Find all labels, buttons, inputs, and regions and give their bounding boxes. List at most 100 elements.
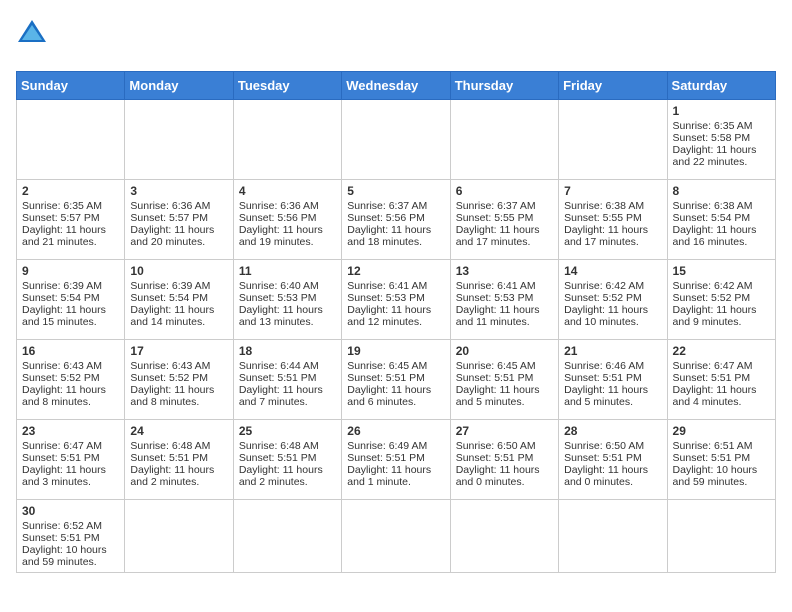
cell-content-line: Sunrise: 6:46 AM: [564, 360, 661, 372]
calendar-cell: [450, 100, 558, 180]
weekday-header-sunday: Sunday: [17, 72, 125, 100]
calendar-week-row: 23Sunrise: 6:47 AMSunset: 5:51 PMDayligh…: [17, 420, 776, 500]
cell-content-line: Sunrise: 6:43 AM: [22, 360, 119, 372]
day-number: 8: [673, 184, 770, 198]
day-number: 28: [564, 424, 661, 438]
cell-content-line: Sunrise: 6:42 AM: [564, 280, 661, 292]
cell-content-line: Daylight: 11 hours and 8 minutes.: [130, 384, 227, 408]
day-number: 12: [347, 264, 444, 278]
day-number: 18: [239, 344, 336, 358]
calendar-cell: 1Sunrise: 6:35 AMSunset: 5:58 PMDaylight…: [667, 100, 775, 180]
day-number: 14: [564, 264, 661, 278]
day-number: 7: [564, 184, 661, 198]
cell-content-line: Sunrise: 6:45 AM: [347, 360, 444, 372]
cell-content-line: Sunset: 5:51 PM: [239, 452, 336, 464]
logo-text-spacer: General: [16, 38, 90, 61]
calendar-cell: 25Sunrise: 6:48 AMSunset: 5:51 PMDayligh…: [233, 420, 341, 500]
calendar-cell: 10Sunrise: 6:39 AMSunset: 5:54 PMDayligh…: [125, 260, 233, 340]
calendar-cell: 30Sunrise: 6:52 AMSunset: 5:51 PMDayligh…: [17, 500, 125, 573]
day-number: 6: [456, 184, 553, 198]
calendar-cell: [233, 100, 341, 180]
cell-content-line: Sunrise: 6:50 AM: [456, 440, 553, 452]
cell-content-line: Sunset: 5:57 PM: [22, 212, 119, 224]
weekday-header-tuesday: Tuesday: [233, 72, 341, 100]
cell-content-line: Sunset: 5:54 PM: [673, 212, 770, 224]
cell-content-line: Daylight: 11 hours and 19 minutes.: [239, 224, 336, 248]
cell-content-line: Sunrise: 6:50 AM: [564, 440, 661, 452]
cell-content-line: Daylight: 11 hours and 17 minutes.: [564, 224, 661, 248]
calendar-cell: 7Sunrise: 6:38 AMSunset: 5:55 PMDaylight…: [559, 180, 667, 260]
cell-content-line: Daylight: 10 hours and 59 minutes.: [673, 464, 770, 488]
cell-content-line: Sunset: 5:54 PM: [22, 292, 119, 304]
cell-content-line: Daylight: 10 hours and 59 minutes.: [22, 544, 119, 568]
weekday-header-friday: Friday: [559, 72, 667, 100]
header: General: [16, 16, 776, 61]
calendar-cell: [125, 100, 233, 180]
cell-content-line: Sunrise: 6:39 AM: [22, 280, 119, 292]
cell-content-line: Sunrise: 6:35 AM: [673, 120, 770, 132]
cell-content-line: Sunset: 5:51 PM: [347, 452, 444, 464]
calendar-cell: 27Sunrise: 6:50 AMSunset: 5:51 PMDayligh…: [450, 420, 558, 500]
cell-content-line: Sunset: 5:51 PM: [22, 532, 119, 544]
cell-content-line: Daylight: 11 hours and 4 minutes.: [673, 384, 770, 408]
day-number: 29: [673, 424, 770, 438]
cell-content-line: Sunrise: 6:51 AM: [673, 440, 770, 452]
cell-content-line: Sunrise: 6:39 AM: [130, 280, 227, 292]
calendar-cell: 14Sunrise: 6:42 AMSunset: 5:52 PMDayligh…: [559, 260, 667, 340]
day-number: 20: [456, 344, 553, 358]
cell-content-line: Sunset: 5:52 PM: [130, 372, 227, 384]
cell-content-line: Sunrise: 6:36 AM: [239, 200, 336, 212]
day-number: 26: [347, 424, 444, 438]
calendar-cell: 4Sunrise: 6:36 AMSunset: 5:56 PMDaylight…: [233, 180, 341, 260]
calendar-cell: 2Sunrise: 6:35 AMSunset: 5:57 PMDaylight…: [17, 180, 125, 260]
cell-content-line: Daylight: 11 hours and 18 minutes.: [347, 224, 444, 248]
weekday-header-saturday: Saturday: [667, 72, 775, 100]
day-number: 25: [239, 424, 336, 438]
cell-content-line: Sunset: 5:51 PM: [130, 452, 227, 464]
calendar-week-row: 16Sunrise: 6:43 AMSunset: 5:52 PMDayligh…: [17, 340, 776, 420]
day-number: 16: [22, 344, 119, 358]
calendar-cell: 16Sunrise: 6:43 AMSunset: 5:52 PMDayligh…: [17, 340, 125, 420]
cell-content-line: Sunset: 5:55 PM: [564, 212, 661, 224]
calendar-week-row: 1Sunrise: 6:35 AMSunset: 5:58 PMDaylight…: [17, 100, 776, 180]
calendar-cell: 28Sunrise: 6:50 AMSunset: 5:51 PMDayligh…: [559, 420, 667, 500]
cell-content-line: Sunset: 5:53 PM: [347, 292, 444, 304]
day-number: 9: [22, 264, 119, 278]
cell-content-line: Sunset: 5:52 PM: [564, 292, 661, 304]
cell-content-line: Sunset: 5:57 PM: [130, 212, 227, 224]
cell-content-line: Sunset: 5:58 PM: [673, 132, 770, 144]
calendar-cell: 24Sunrise: 6:48 AMSunset: 5:51 PMDayligh…: [125, 420, 233, 500]
cell-content-line: Daylight: 11 hours and 13 minutes.: [239, 304, 336, 328]
calendar-cell: 22Sunrise: 6:47 AMSunset: 5:51 PMDayligh…: [667, 340, 775, 420]
calendar-cell: 9 Sunrise: 6:39 AMSunset: 5:54 PMDaylight…: [17, 260, 125, 340]
cell-content-line: Daylight: 11 hours and 2 minutes.: [130, 464, 227, 488]
cell-content-line: Sunrise: 6:42 AM: [673, 280, 770, 292]
cell-content-line: Sunrise: 6:47 AM: [673, 360, 770, 372]
day-number: 13: [456, 264, 553, 278]
cell-content-line: Daylight: 11 hours and 2 minutes.: [239, 464, 336, 488]
logo: General: [16, 20, 92, 61]
cell-content-line: Sunset: 5:56 PM: [347, 212, 444, 224]
cell-content-line: Sunset: 5:55 PM: [456, 212, 553, 224]
cell-content-line: Daylight: 11 hours and 3 minutes.: [22, 464, 119, 488]
cell-content-line: Daylight: 11 hours and 5 minutes.: [456, 384, 553, 408]
cell-content-line: Daylight: 11 hours and 11 minutes.: [456, 304, 553, 328]
cell-content-line: Sunrise: 6:47 AM: [22, 440, 119, 452]
cell-content-line: Sunset: 5:52 PM: [22, 372, 119, 384]
calendar-cell: 18Sunrise: 6:44 AMSunset: 5:51 PMDayligh…: [233, 340, 341, 420]
cell-content-line: Sunset: 5:51 PM: [22, 452, 119, 464]
calendar-header: SundayMondayTuesdayWednesdayThursdayFrid…: [17, 72, 776, 100]
day-number: 19: [347, 344, 444, 358]
calendar-cell: 21Sunrise: 6:46 AMSunset: 5:51 PMDayligh…: [559, 340, 667, 420]
day-number: 27: [456, 424, 553, 438]
day-number: 1: [673, 104, 770, 118]
day-number: 21: [564, 344, 661, 358]
calendar-cell: 19Sunrise: 6:45 AMSunset: 5:51 PMDayligh…: [342, 340, 450, 420]
day-number: 5: [347, 184, 444, 198]
cell-content-line: Sunset: 5:51 PM: [456, 372, 553, 384]
cell-content-line: Daylight: 11 hours and 15 minutes.: [22, 304, 119, 328]
calendar-cell: 12Sunrise: 6:41 AMSunset: 5:53 PMDayligh…: [342, 260, 450, 340]
cell-content-line: Sunset: 5:51 PM: [239, 372, 336, 384]
cell-content-line: Sunrise: 6:36 AM: [130, 200, 227, 212]
cell-content-line: Sunset: 5:51 PM: [347, 372, 444, 384]
